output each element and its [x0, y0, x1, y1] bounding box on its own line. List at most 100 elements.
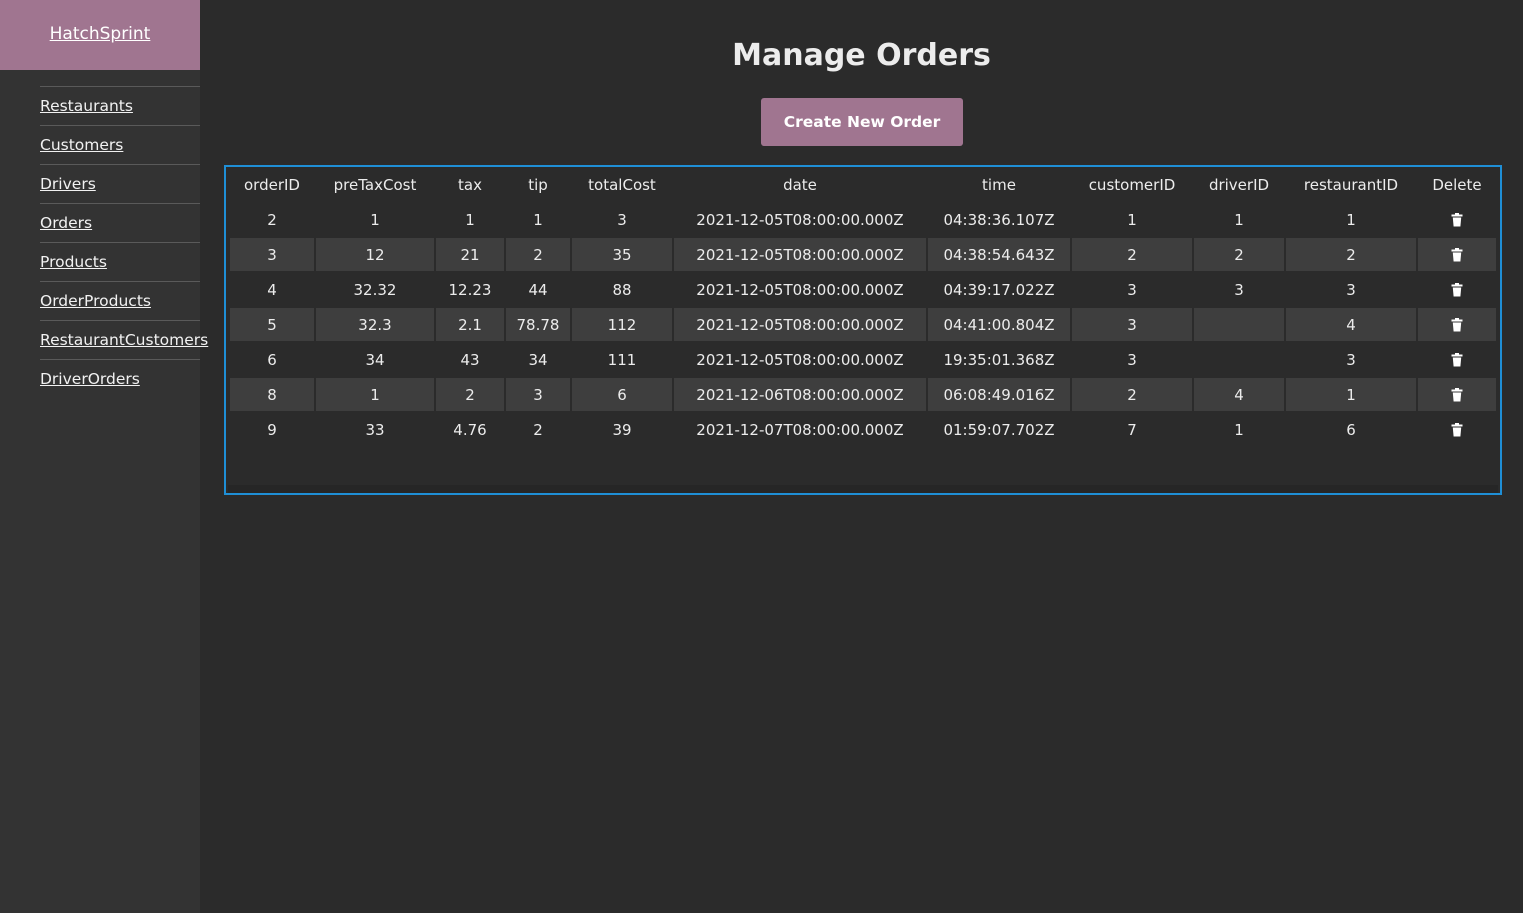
cell-driverid: 1	[1234, 420, 1244, 439]
brand-header: HatchSprint	[0, 0, 200, 70]
cell-driverid	[1194, 343, 1284, 376]
brand-link[interactable]: HatchSprint	[50, 24, 151, 44]
orders-table-container: orderID preTaxCost tax tip totalCost dat…	[224, 165, 1502, 495]
cell-date: 2021-12-05T08:00:00.000Z	[674, 308, 926, 341]
sidebar-link-driverorders[interactable]: DriverOrders	[40, 370, 140, 388]
cell-orderid: 2	[267, 210, 277, 229]
trash-icon[interactable]	[1451, 248, 1463, 262]
cell-orderid: 9	[267, 420, 277, 439]
cell-totalcost: 6	[572, 378, 672, 411]
trash-icon[interactable]	[1451, 283, 1463, 297]
trash-icon[interactable]	[1451, 353, 1463, 367]
sidebar-link-drivers[interactable]: Drivers	[40, 175, 96, 193]
cell-time: 04:39:17.022Z	[943, 280, 1055, 299]
column-header-pretaxcost: preTaxCost	[333, 176, 417, 194]
create-order-button[interactable]: Create New Order	[761, 98, 963, 146]
cell-delete	[1418, 203, 1496, 236]
table-row: 3 12 21 2 35 2021-12-05T08:00:00.000Z 04:38:54…	[230, 238, 1496, 271]
cell-customerid: 2	[1072, 378, 1192, 411]
trash-icon[interactable]	[1451, 423, 1463, 437]
cell-orderid: 4	[267, 280, 277, 299]
cell-driverid: 1	[1234, 210, 1244, 229]
trash-icon[interactable]	[1451, 388, 1463, 402]
cell-orderid: 3	[230, 238, 314, 271]
sidebar-link-products[interactable]: Products	[40, 253, 107, 271]
cell-delete	[1418, 378, 1496, 411]
cell-orderid: 6	[267, 350, 277, 369]
cell-tip: 44	[528, 280, 548, 299]
cell-customerid: 3	[1127, 350, 1137, 369]
cell-pretaxcost: 32.3	[316, 308, 434, 341]
column-header-totalcost: totalCost	[588, 176, 656, 194]
sidebar-link-orderproducts[interactable]: OrderProducts	[40, 292, 151, 310]
cell-delete	[1418, 343, 1496, 376]
table-row: 6 34 43 34 111 2021-12-05T08:00:00.000Z 19:35:…	[230, 343, 1496, 376]
cell-delete	[1418, 273, 1496, 306]
cell-pretaxcost: 1	[370, 210, 380, 229]
table-row: 2 1 1 1 3 2021-12-05T08:00:00.000Z 04:38:36.10…	[230, 203, 1496, 236]
cell-totalcost: 39	[612, 420, 632, 439]
trash-icon[interactable]	[1451, 213, 1463, 227]
table-row: 5 32.3 2.1 78.78 112 2021-12-05T08:00:00.000Z…	[230, 308, 1496, 341]
sidebar-link-restaurantcustomers[interactable]: RestaurantCustomers	[40, 331, 208, 349]
cell-time: 19:35:01.368Z	[943, 350, 1055, 369]
cell-delete	[1418, 308, 1496, 341]
cell-restaurantid: 4	[1286, 308, 1416, 341]
table-header-row: orderID preTaxCost tax tip totalCost dat…	[230, 169, 1496, 201]
column-header-delete: Delete	[1432, 176, 1482, 194]
sidebar-item-driverorders: DriverOrders	[40, 359, 200, 398]
sidebar-item-restaurants: Restaurants	[40, 86, 200, 125]
cell-delete	[1418, 413, 1496, 446]
cell-delete	[1418, 238, 1496, 271]
cell-customerid: 3	[1072, 308, 1192, 341]
table-row: 9 33 4.76 2 39 2021-12-07T08:00:00.000Z 01:59:…	[230, 413, 1496, 446]
cell-orderid: 8	[230, 378, 314, 411]
sidebar-link-customers[interactable]: Customers	[40, 136, 123, 154]
cell-restaurantid: 3	[1346, 280, 1356, 299]
table-footer	[228, 485, 1498, 493]
cell-date: 2021-12-05T08:00:00.000Z	[674, 238, 926, 271]
cell-pretaxcost: 12	[316, 238, 434, 271]
cell-tip: 1	[533, 210, 543, 229]
sidebar-link-restaurants[interactable]: Restaurants	[40, 97, 133, 115]
cell-tax: 12.23	[448, 280, 492, 299]
cell-tax: 43	[460, 350, 480, 369]
cell-totalcost: 112	[572, 308, 672, 341]
sidebar-item-orderproducts: OrderProducts	[40, 281, 200, 320]
cell-tip: 2	[506, 238, 570, 271]
column-header-time: time	[982, 176, 1016, 194]
cell-pretaxcost: 34	[365, 350, 385, 369]
cell-orderid: 5	[230, 308, 314, 341]
table-row: 4 32.32 12.23 44 88 2021-12-05T08:00:00.000Z 0…	[230, 273, 1496, 306]
column-header-tip: tip	[528, 176, 548, 194]
cell-time: 06:08:49.016Z	[928, 378, 1070, 411]
sidebar-link-orders[interactable]: Orders	[40, 214, 92, 232]
column-header-orderid: orderID	[244, 176, 300, 194]
column-header-restaurantid: restaurantID	[1303, 176, 1399, 194]
cell-date: 2021-12-05T08:00:00.000Z	[696, 280, 904, 299]
cell-time: 01:59:07.702Z	[943, 420, 1055, 439]
cell-customerid: 3	[1127, 280, 1137, 299]
sidebar-item-customers: Customers	[40, 125, 200, 164]
cell-tax: 1	[465, 210, 475, 229]
column-header-customerid: customerID	[1088, 176, 1176, 194]
cell-time: 04:41:00.804Z	[928, 308, 1070, 341]
cell-pretaxcost: 1	[316, 378, 434, 411]
cell-date: 2021-12-07T08:00:00.000Z	[696, 420, 904, 439]
cell-time: 04:38:54.643Z	[928, 238, 1070, 271]
cell-totalcost: 3	[617, 210, 627, 229]
cell-tax: 21	[436, 238, 504, 271]
sidebar-item-products: Products	[40, 242, 200, 281]
sidebar-item-restaurantcustomers: RestaurantCustomers	[40, 320, 208, 359]
sidebar-item-drivers: Drivers	[40, 164, 200, 203]
cell-tip: 34	[528, 350, 548, 369]
cell-customerid: 7	[1127, 420, 1137, 439]
cell-totalcost: 111	[607, 350, 637, 369]
cell-customerid: 2	[1072, 238, 1192, 271]
sidebar: HatchSprint Restaurants Customers Driver…	[0, 0, 208, 913]
cell-driverid: 4	[1194, 378, 1284, 411]
column-header-date: date	[783, 176, 817, 194]
cell-time: 04:38:36.107Z	[943, 210, 1055, 229]
trash-icon[interactable]	[1451, 318, 1463, 332]
cell-tip: 78.78	[506, 308, 570, 341]
